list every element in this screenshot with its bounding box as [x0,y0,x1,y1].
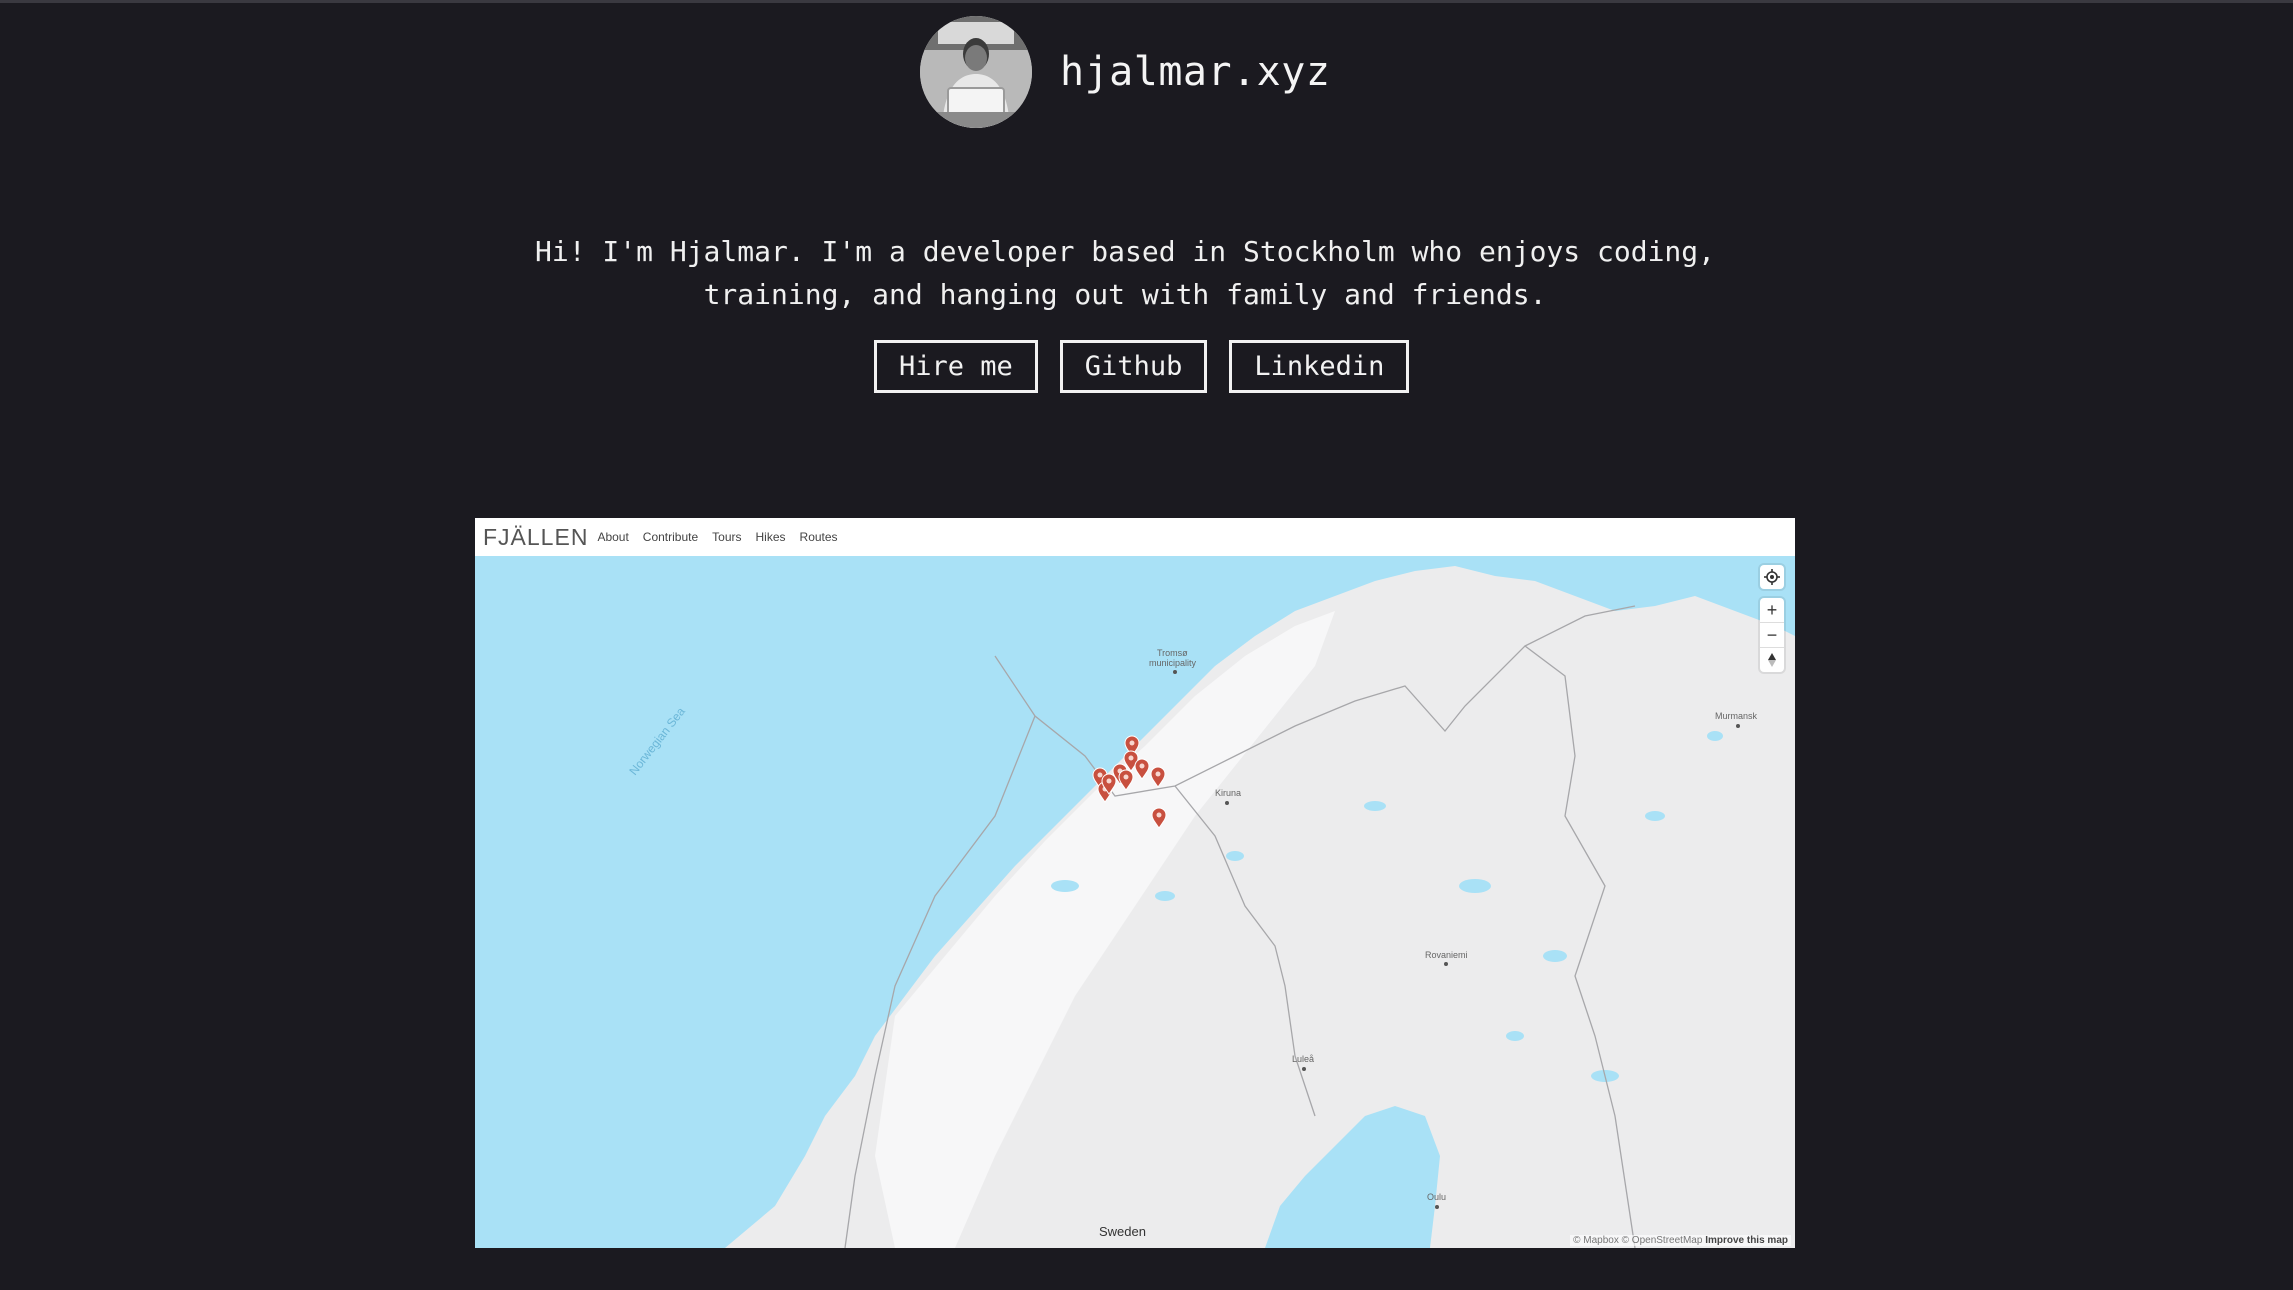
zoom-controls: + − [1760,598,1784,672]
label-rovaniemi: Rovaniemi [1425,950,1468,960]
locate-button[interactable] [1760,565,1784,589]
avatar [920,16,1032,128]
label-oulu: Oulu [1427,1192,1446,1202]
top-border [0,0,2293,3]
nav-routes[interactable]: Routes [800,530,838,544]
label-sweden: Sweden [1099,1224,1146,1239]
nav-hikes[interactable]: Hikes [756,530,786,544]
locate-icon [1764,569,1780,585]
nav-tours[interactable]: Tours [712,530,741,544]
attribution-mapbox[interactable]: © Mapbox [1573,1235,1619,1246]
hike-marker-dot [1097,772,1103,778]
label-lulea: Luleå [1292,1054,1314,1064]
hike-marker-dot [1156,812,1162,818]
intro-line-2: training, and hanging out with family an… [703,278,1547,311]
hike-marker-dot [1106,778,1112,784]
hike-marker-dot [1128,755,1134,761]
fjallen-logo[interactable]: FJÄLLEN [483,524,588,551]
hike-marker-dot [1123,774,1129,780]
hike-marker-dot [1139,763,1145,769]
compass-icon [1768,653,1776,667]
zoom-out-button[interactable]: − [1760,623,1784,648]
map-canvas[interactable]: Norwegian Sea Tromsø municipality Kiruna… [475,556,1795,1248]
label-kiruna: Kiruna [1215,788,1241,798]
hike-marker-dot [1129,740,1135,746]
label-murmansk: Murmansk [1715,711,1758,721]
label-tromso-sub: municipality [1149,658,1197,668]
zoom-in-button[interactable]: + [1760,598,1784,623]
map-attribution: © Mapbox © OpenStreetMap Improve this ma… [1570,1235,1791,1246]
linkedin-button[interactable]: Linkedin [1229,340,1410,393]
label-tromso: Tromsø [1157,648,1188,658]
project-screenshot: FJÄLLEN About Contribute Tours Hikes Rou… [475,518,1795,1248]
nav-about[interactable]: About [597,530,628,544]
intro-text: Hi! I'm Hjalmar. I'm a developer based i… [500,230,1750,316]
nav-contribute[interactable]: Contribute [643,530,698,544]
site-header: hjalmar.xyz [920,16,1330,128]
attribution-osm[interactable]: © OpenStreetMap [1622,1235,1703,1246]
hire-me-button[interactable]: Hire me [874,340,1038,393]
improve-map-link[interactable]: Improve this map [1705,1235,1788,1246]
github-button[interactable]: Github [1059,340,1208,393]
embed-navbar: FJÄLLEN About Contribute Tours Hikes Rou… [475,518,1795,556]
site-title[interactable]: hjalmar.xyz [1060,49,1330,95]
link-buttons: Hire me Github Linkedin [874,340,1410,393]
compass-button[interactable] [1760,648,1784,672]
hike-marker-dot [1155,771,1161,777]
intro-line-1: Hi! I'm Hjalmar. I'm a developer based i… [534,235,1716,268]
avatar-photo [920,16,1032,128]
